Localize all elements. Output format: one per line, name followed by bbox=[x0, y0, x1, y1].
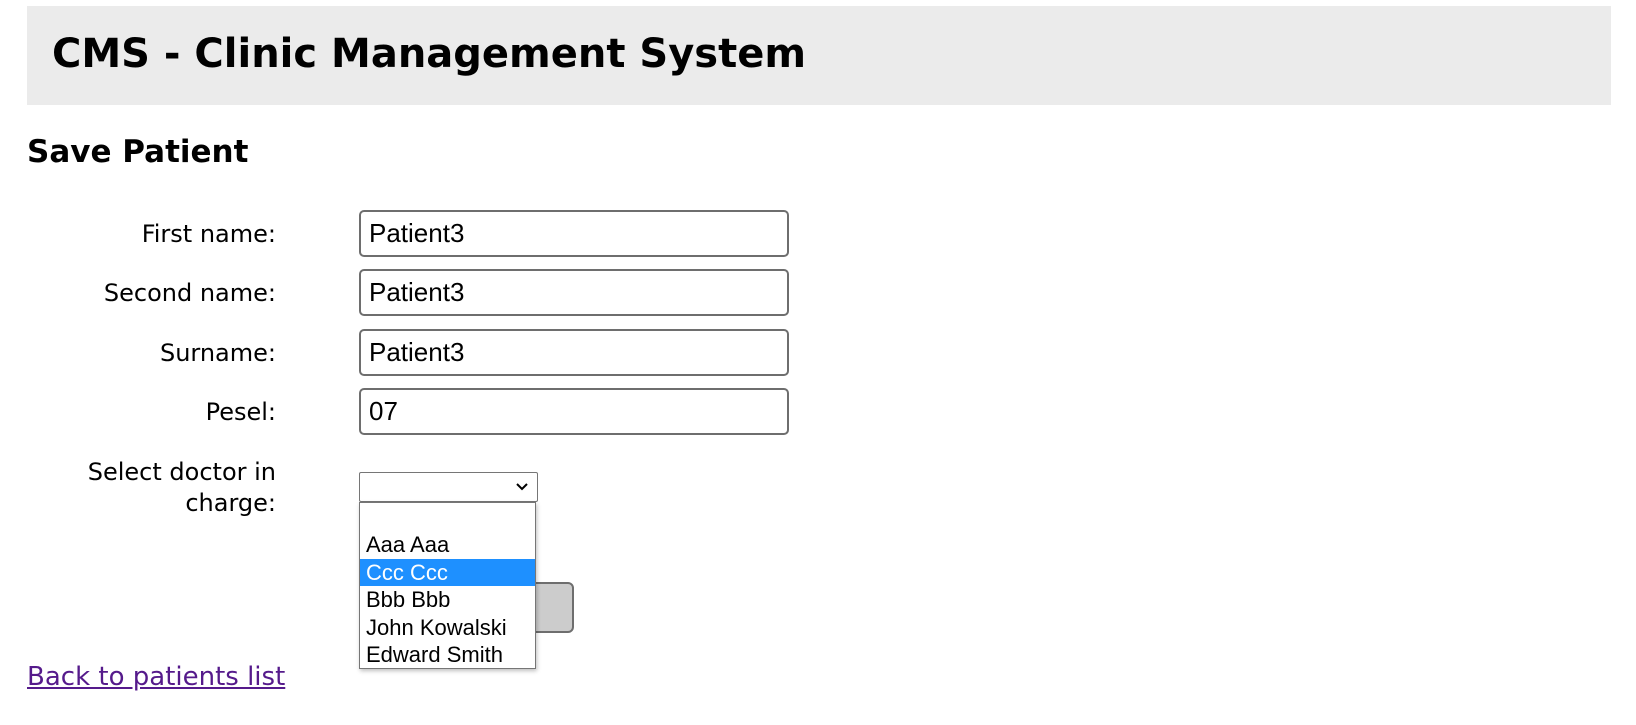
doctor-option-highlighted[interactable]: Ccc Ccc bbox=[360, 558, 535, 586]
app-header: CMS - Clinic Management System bbox=[27, 6, 1611, 105]
second-name-input[interactable] bbox=[359, 269, 789, 316]
page-title: Save Patient bbox=[27, 134, 249, 170]
second-name-label: Second name: bbox=[103, 279, 276, 307]
first-name-input[interactable] bbox=[359, 210, 789, 257]
chevron-down-icon bbox=[516, 483, 528, 491]
surname-input[interactable] bbox=[359, 329, 789, 376]
doctor-dropdown-list: Aaa Aaa Ccc Ccc Bbb Bbb John Kowalski Ed… bbox=[359, 502, 536, 669]
doctor-select-label: Select doctor in charge: bbox=[88, 457, 276, 519]
pesel-label: Pesel: bbox=[205, 398, 276, 426]
doctor-option[interactable]: Edward Smith bbox=[360, 641, 535, 668]
back-to-patients-link[interactable]: Back to patients list bbox=[27, 662, 285, 692]
doctor-option-blank[interactable] bbox=[360, 503, 535, 531]
doctor-select-label-line2: charge: bbox=[185, 489, 276, 517]
pesel-input[interactable] bbox=[359, 388, 789, 435]
first-name-label: First name: bbox=[141, 220, 276, 248]
doctor-select-label-line1: Select doctor in bbox=[87, 458, 276, 486]
doctor-option[interactable]: Bbb Bbb bbox=[360, 586, 535, 614]
surname-label: Surname: bbox=[159, 339, 276, 367]
app-title: CMS - Clinic Management System bbox=[52, 31, 807, 77]
doctor-select[interactable] bbox=[359, 472, 538, 502]
doctor-option[interactable]: John Kowalski bbox=[360, 614, 535, 642]
doctor-option[interactable]: Aaa Aaa bbox=[360, 531, 535, 559]
